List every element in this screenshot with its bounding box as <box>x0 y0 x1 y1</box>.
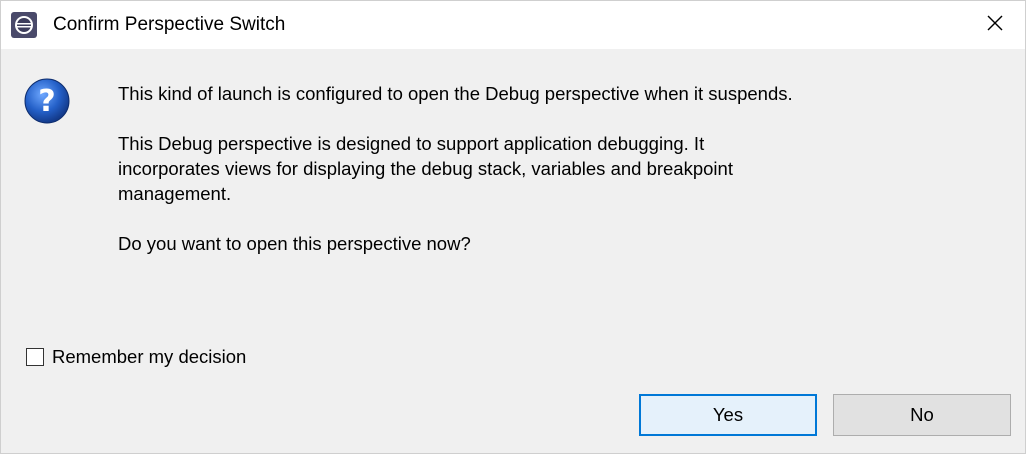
dialog-title: Confirm Perspective Switch <box>53 14 286 35</box>
checkbox-box[interactable] <box>26 348 44 366</box>
title-bar[interactable]: Confirm Perspective Switch <box>1 1 1025 49</box>
remember-decision-checkbox[interactable]: Remember my decision <box>26 346 246 368</box>
message-line-1: This kind of launch is configured to ope… <box>118 83 793 104</box>
close-icon <box>986 14 1004 37</box>
question-icon: ? <box>23 77 71 125</box>
dialog-content: ? This kind of launch is configured to o… <box>1 49 1025 453</box>
close-button[interactable] <box>965 1 1025 49</box>
yes-button[interactable]: Yes <box>639 394 817 436</box>
message-line-3: Do you want to open this perspective now… <box>118 233 471 254</box>
dialog-window: Confirm Perspective Switch ? This kind o… <box>0 0 1026 454</box>
message-line-2: This Debug perspective is designed to su… <box>118 133 733 204</box>
svg-text:?: ? <box>38 84 55 119</box>
remember-decision-label: Remember my decision <box>52 346 247 367</box>
message-text: This kind of launch is configured to ope… <box>118 81 1008 281</box>
eclipse-icon <box>11 12 37 38</box>
no-button[interactable]: No <box>833 394 1011 436</box>
